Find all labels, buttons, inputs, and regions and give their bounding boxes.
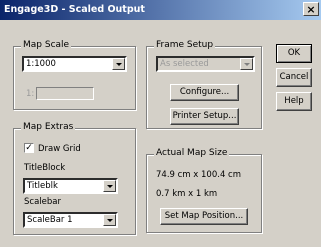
- draw-grid-checkbox[interactable]: ✓: [24, 143, 34, 153]
- title-bar: Engage3D - Scaled Output ×: [0, 0, 321, 20]
- frame-setup-select[interactable]: As selected: [156, 56, 255, 72]
- close-button[interactable]: ×: [303, 2, 319, 16]
- scalebar-select[interactable]: ScaleBar 1: [23, 212, 118, 228]
- map-size-cm: 74.9 cm x 100.4 cm: [156, 170, 242, 180]
- map-size-km: 0.7 km x 1 km: [156, 189, 218, 199]
- frame-setup-group: Frame Setup As selected Configure... Pri…: [146, 40, 262, 129]
- chevron-down-icon[interactable]: [240, 58, 253, 70]
- chevron-down-icon[interactable]: [112, 58, 125, 70]
- scalebar-label: Scalebar: [24, 197, 61, 207]
- scalebar-value: ScaleBar 1: [27, 215, 73, 225]
- titleblock-label: TitleBlock: [24, 163, 66, 173]
- cancel-button[interactable]: Cancel: [276, 68, 312, 87]
- set-map-position-button[interactable]: Set Map Position...: [160, 208, 248, 225]
- draw-grid-label: Draw Grid: [38, 144, 81, 154]
- chevron-down-icon[interactable]: [103, 214, 116, 226]
- map-extras-group-label: Map Extras: [21, 122, 76, 132]
- configure-button[interactable]: Configure...: [170, 84, 239, 101]
- actual-map-size-group-label: Actual Map Size: [154, 148, 230, 158]
- frame-setup-group-label: Frame Setup: [154, 40, 216, 50]
- actual-map-size-group: Actual Map Size 74.9 cm x 100.4 cm 0.7 k…: [146, 148, 262, 233]
- ok-button[interactable]: OK: [276, 44, 312, 63]
- titleblock-value: Titleblk: [27, 181, 58, 191]
- map-scale-group: Map Scale 1:1000 1:: [13, 40, 136, 110]
- window-title: Engage3D - Scaled Output: [4, 4, 145, 15]
- ratio-prefix: 1:: [26, 89, 35, 99]
- check-icon: ✓: [25, 143, 33, 153]
- map-scale-group-label: Map Scale: [21, 40, 72, 50]
- map-scale-select[interactable]: 1:1000: [22, 56, 127, 72]
- map-scale-value: 1:1000: [26, 59, 56, 69]
- help-button[interactable]: Help: [276, 92, 312, 111]
- custom-scale-input[interactable]: [36, 87, 94, 100]
- printer-setup-button[interactable]: Printer Setup...: [170, 108, 239, 125]
- titleblock-select[interactable]: Titleblk: [23, 178, 118, 194]
- frame-setup-value: As selected: [160, 59, 209, 69]
- chevron-down-icon[interactable]: [103, 180, 116, 192]
- map-extras-group: Map Extras ✓ Draw Grid TitleBlock Titleb…: [13, 122, 136, 235]
